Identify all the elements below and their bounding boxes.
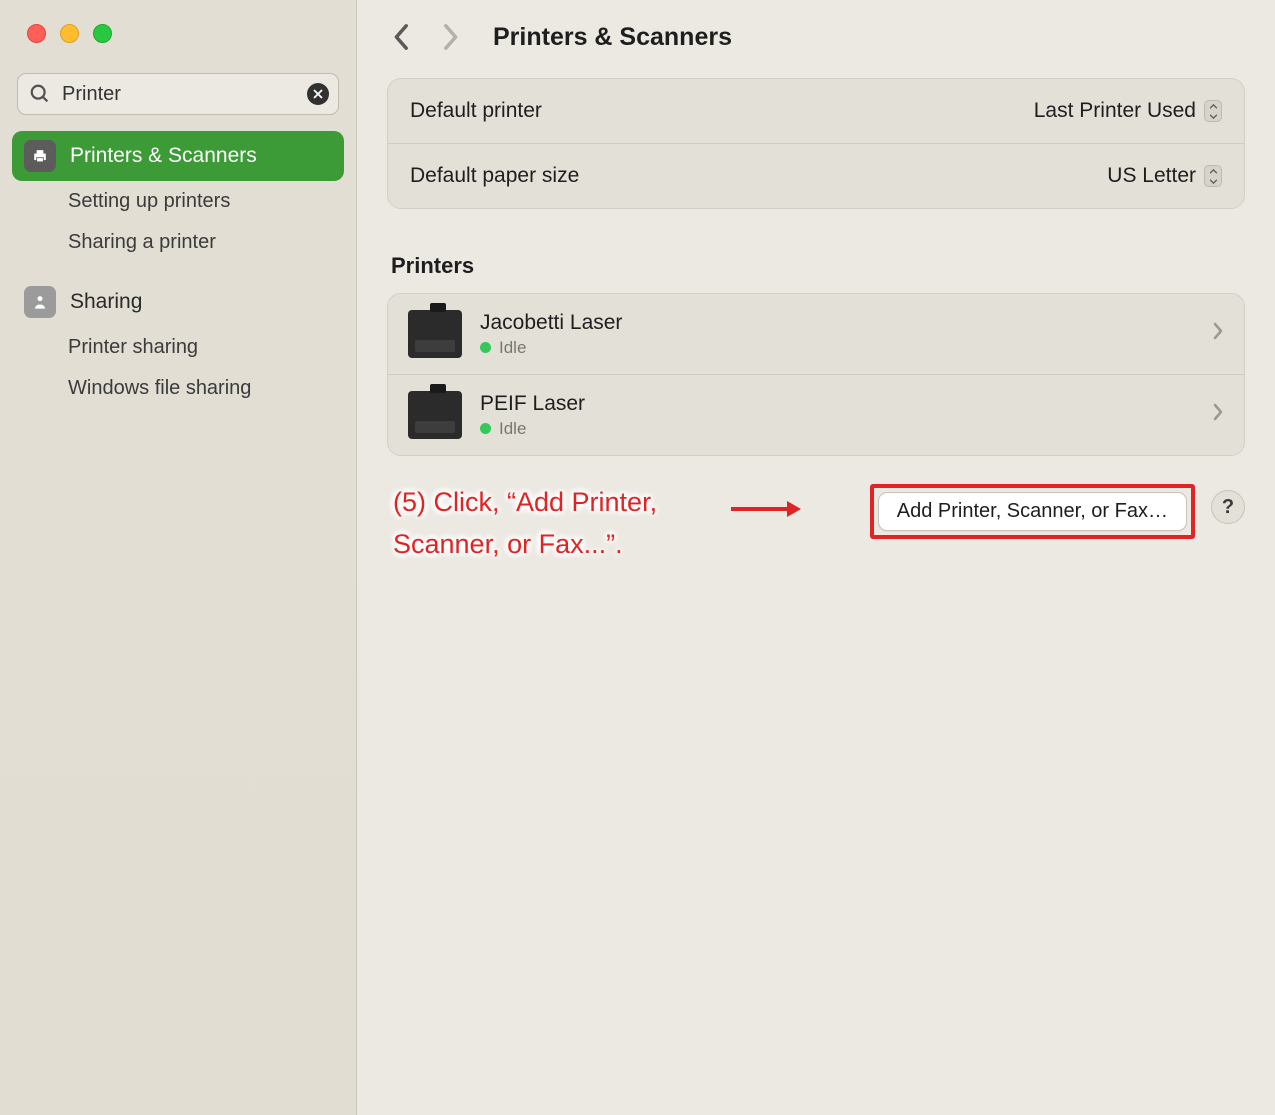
zoom-window-button[interactable] [93,24,112,43]
sidebar-item-sharing-a-printer[interactable]: Sharing a printer [12,222,344,263]
updown-icon [1204,100,1222,122]
status-dot-icon [480,423,491,434]
sidebar-item-printers-scanners[interactable]: Printers & Scanners [12,131,344,181]
printer-status: Idle [499,338,526,358]
chevron-right-icon [1212,402,1224,428]
printer-name: Jacobetti Laser [480,311,1194,335]
search-input[interactable] [17,73,339,115]
default-printer-select[interactable]: Last Printer Used [1034,99,1222,123]
sidebar-item-setting-up-printers[interactable]: Setting up printers [12,181,344,222]
sidebar-item-sharing[interactable]: Sharing [12,277,344,327]
add-printer-button[interactable]: Add Printer, Scanner, or Fax… [878,492,1187,531]
updown-icon [1204,165,1222,187]
status-dot-icon [480,342,491,353]
default-paper-label: Default paper size [410,164,579,188]
instruction-annotation: (5) Click, “Add Printer, Scanner, or Fax… [393,482,763,566]
printer-thumbnail-icon [408,310,462,358]
nav-forward-button [435,22,465,52]
printer-status: Idle [499,419,526,439]
default-printer-label: Default printer [410,99,542,123]
sidebar-item-label: Printers & Scanners [70,144,257,168]
clear-search-icon[interactable] [307,83,329,105]
printers-section-title: Printers [391,253,1245,279]
printer-thumbnail-icon [408,391,462,439]
sidebar-item-label: Windows file sharing [68,377,251,400]
sidebar-item-label: Printer sharing [68,336,198,359]
help-button[interactable]: ? [1211,490,1245,524]
nav-back-button[interactable] [387,22,417,52]
default-paper-value: US Letter [1107,164,1196,188]
page-title: Printers & Scanners [493,23,732,52]
printer-icon [24,140,56,172]
minimize-window-button[interactable] [60,24,79,43]
sidebar-item-label: Setting up printers [68,190,230,213]
default-printer-value: Last Printer Used [1034,99,1196,123]
chevron-right-icon [1212,321,1224,347]
printer-row[interactable]: PEIF Laser Idle [388,374,1244,455]
sidebar-item-windows-file-sharing[interactable]: Windows file sharing [12,368,344,409]
sidebar-item-label: Sharing a printer [68,231,216,254]
sharing-icon [24,286,56,318]
search-icon [29,83,51,105]
sidebar-item-printer-sharing[interactable]: Printer sharing [12,327,344,368]
printer-name: PEIF Laser [480,392,1194,416]
annotation-arrow-icon [731,500,801,518]
printer-row[interactable]: Jacobetti Laser Idle [388,294,1244,374]
close-window-button[interactable] [27,24,46,43]
default-paper-select[interactable]: US Letter [1107,164,1222,188]
add-button-highlight: Add Printer, Scanner, or Fax… [870,484,1195,539]
sidebar-item-label: Sharing [70,290,142,314]
